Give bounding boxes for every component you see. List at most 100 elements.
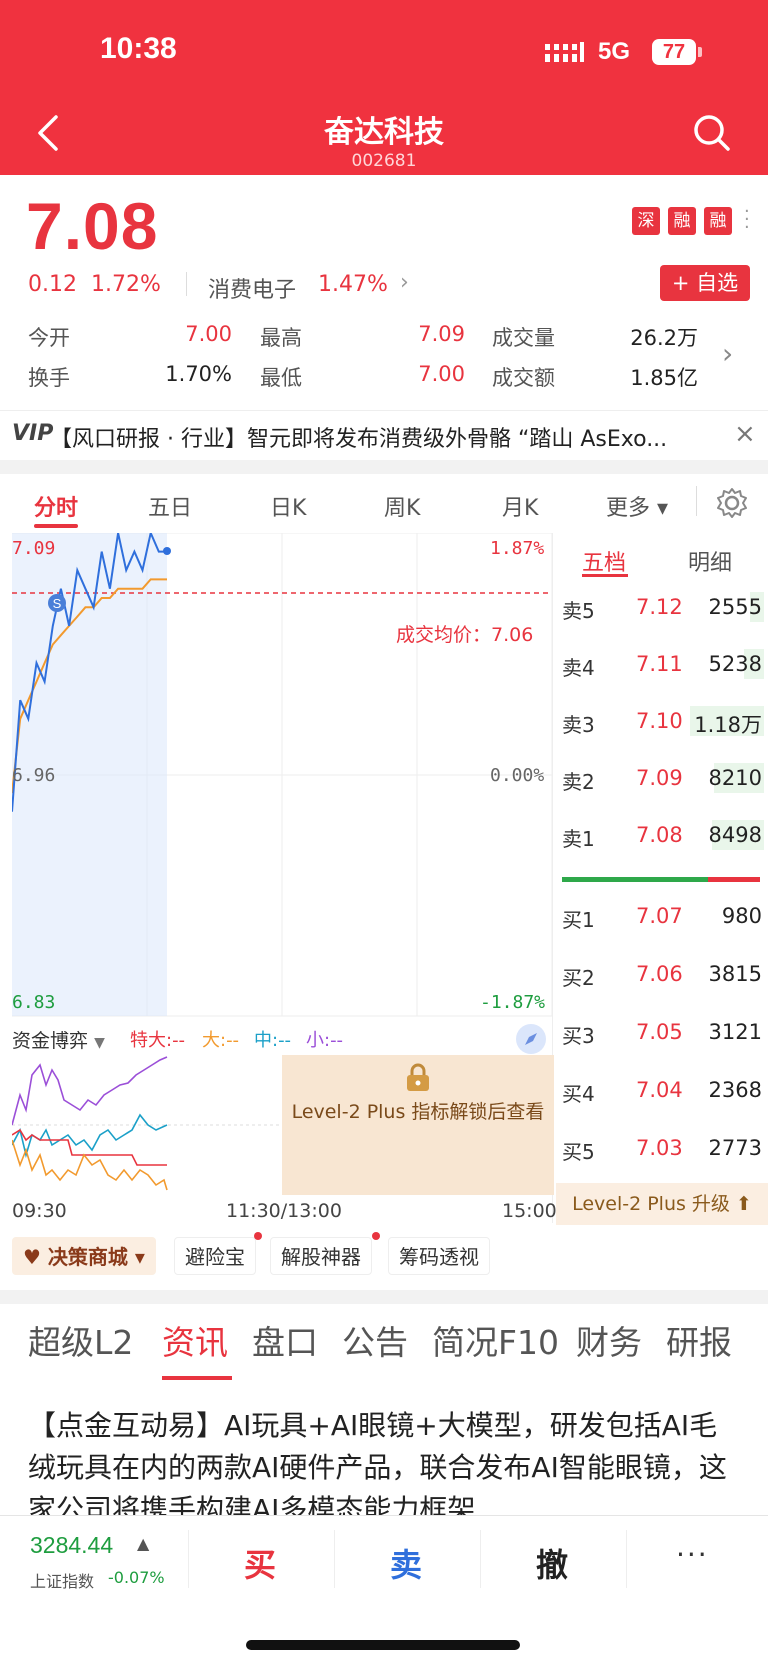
index-name[interactable]: 上证指数 [30, 1568, 94, 1592]
tag-margin-2: 融 [704, 207, 732, 235]
chip-distribution-button[interactable]: 筹码透视 [388, 1237, 490, 1275]
tab-more[interactable]: 更多 ▾ [606, 490, 668, 522]
notification-dot [372, 1232, 380, 1240]
tab-daily-k[interactable]: 日K [270, 490, 306, 522]
tab-intraday[interactable]: 分时 [34, 490, 78, 522]
battery-tip [698, 47, 702, 57]
ask4-price: 7.11 [636, 652, 683, 676]
volume-value: 26.2万 [630, 326, 698, 350]
notification-dot [254, 1232, 262, 1240]
price-change: 0.12 1.72% [28, 272, 161, 297]
bid3-label: 买3 [562, 1024, 595, 1048]
level2-upgrade-button[interactable]: Level-2 Plus 升级 ⬆ [556, 1183, 768, 1225]
ask3-volume: 1.18万 [694, 713, 762, 737]
stock-analyzer-button[interactable]: 解股神器 [270, 1237, 372, 1275]
ask5-label: 卖5 [562, 599, 595, 623]
compass-icon[interactable] [514, 1022, 548, 1056]
volume-label: 成交量 [492, 326, 555, 350]
lock-icon [407, 1063, 429, 1091]
low-value: 7.00 [418, 362, 465, 386]
bid5-volume: 2773 [708, 1136, 762, 1160]
top-header: 10:38 5G 77 奋达科技 002681 [0, 0, 768, 175]
fund-flow-title[interactable]: 资金博弈 ▼ [12, 1026, 105, 1053]
low-label: 最低 [260, 366, 302, 390]
lock-message: Level-2 Plus 指标解锁后查看 [291, 1101, 545, 1123]
ask1-price: 7.08 [636, 823, 683, 847]
buy-button[interactable]: 买 [190, 1540, 330, 1586]
add-watchlist-button[interactable]: + 自选 [660, 265, 750, 301]
battery-icon: 77 [652, 39, 696, 65]
tab-weekly-k[interactable]: 周K [384, 490, 420, 522]
hedge-tool-button[interactable]: 避险宝 [174, 1237, 256, 1275]
tab-five-day[interactable]: 五日 [148, 490, 192, 522]
bid2-volume: 3815 [708, 962, 762, 986]
decision-mall-button[interactable]: ♥ 决策商城 ▾ [12, 1237, 156, 1275]
ask3-label: 卖3 [562, 713, 595, 737]
status-time: 10:38 [100, 32, 177, 65]
tab-monthly-k[interactable]: 月K [502, 490, 538, 522]
turnover-label: 换手 [28, 366, 70, 390]
tab-research[interactable]: 研报 [666, 1316, 732, 1364]
bid3-price: 7.05 [636, 1020, 683, 1044]
close-icon[interactable]: × [734, 419, 756, 449]
vip-headline[interactable]: 【风口研报 · 行业】智元即将发布消费级外骨骼 “踏山 AsExo... [50, 421, 720, 453]
price-mid: 6.96 [12, 765, 56, 786]
bid2-price: 7.06 [636, 962, 683, 986]
bid4-volume: 2368 [708, 1078, 762, 1102]
gear-icon[interactable] [716, 487, 748, 519]
tab-super-l2[interactable]: 超级L2 [28, 1316, 133, 1364]
tab-handicap[interactable]: 盘口 [252, 1316, 318, 1364]
ask3-price: 7.10 [636, 709, 683, 733]
pct-mid: 0.00% [490, 765, 545, 786]
chevron-right-icon[interactable]: › [722, 337, 733, 370]
tab-underline [162, 1376, 232, 1380]
sector-name[interactable]: 消费电子 [208, 272, 296, 304]
tab-finance[interactable]: 财务 [576, 1316, 642, 1364]
time-open: 09:30 [12, 1200, 67, 1222]
home-indicator [246, 1640, 520, 1650]
last-price-dot [163, 547, 171, 555]
vip-logo: VIP [12, 421, 54, 446]
network-type: 5G [598, 38, 631, 65]
signal-icon [545, 42, 584, 62]
stock-code: 002681 [351, 151, 417, 171]
bid5-price: 7.03 [636, 1136, 683, 1160]
news-item[interactable]: 【点金互动易】AI玩具+AI眼镜+大模型，研发包括AI毛绒玩具在内的两款AI硬件… [28, 1405, 740, 1520]
more-icon[interactable]: ··· [676, 1538, 709, 1571]
bid3-volume: 3121 [708, 1020, 762, 1044]
sector-percent[interactable]: 1.47% [318, 272, 388, 297]
tab-f10[interactable]: 简况F10 [432, 1316, 559, 1364]
search-icon[interactable] [692, 113, 732, 153]
tab-announcements[interactable]: 公告 [342, 1316, 408, 1364]
cancel-order-button[interactable]: 撤 [482, 1540, 622, 1586]
ask1-volume: 8498 [708, 823, 762, 847]
ask1-label: 卖1 [562, 827, 595, 851]
divider [334, 1530, 335, 1588]
legend-xlarge: 特大:-- [130, 1030, 186, 1051]
index-value[interactable]: 3284.44 [30, 1532, 113, 1559]
tab-details[interactable]: 明细 [688, 545, 732, 577]
triangle-up-icon: ▲ [137, 1534, 150, 1553]
current-price: 7.08 [26, 189, 159, 263]
tab-order-book[interactable]: 五档 [582, 545, 626, 577]
bid-strength-bar [562, 877, 708, 882]
page-title: 奋达科技 [324, 115, 444, 150]
bid1-label: 买1 [562, 908, 595, 932]
more-vertical-icon[interactable]: · · · [744, 203, 750, 237]
ask2-volume: 8210 [708, 766, 762, 790]
tab-news[interactable]: 资讯 [162, 1316, 228, 1364]
ask2-price: 7.09 [636, 766, 683, 790]
divider [188, 1530, 189, 1588]
vip-banner[interactable]: VIP 【风口研报 · 行业】智元即将发布消费级外骨骼 “踏山 AsExo...… [0, 410, 768, 458]
ask5-price: 7.12 [636, 595, 683, 619]
chevron-right-icon[interactable]: › [400, 270, 409, 295]
high-value: 7.09 [418, 322, 465, 346]
change-percent: 1.72% [90, 272, 161, 297]
bid4-label: 买4 [562, 1082, 595, 1106]
sell-button[interactable]: 卖 [336, 1540, 476, 1586]
divider [480, 1530, 481, 1588]
legend-medium: 中:-- [254, 1030, 292, 1051]
intraday-chart[interactable]: S [12, 533, 554, 1019]
index-change: -0.07% [108, 1568, 165, 1587]
fund-flow-chart [12, 1056, 282, 1191]
